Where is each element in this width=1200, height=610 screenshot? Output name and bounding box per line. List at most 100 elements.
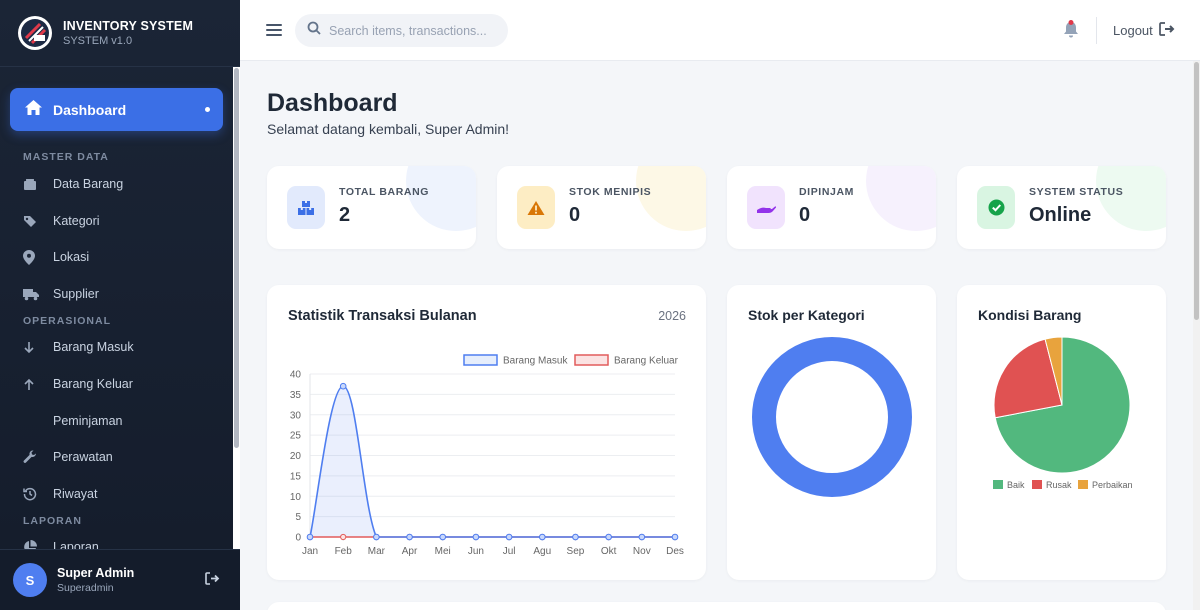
series-area-barang-masuk xyxy=(310,386,675,537)
stat-card-system-status[interactable]: SYSTEM STATUS Online xyxy=(957,166,1166,249)
y-tick-label: 40 xyxy=(290,370,302,381)
data-point-barang-masuk xyxy=(339,382,347,390)
sidebar-item-data-barang[interactable]: Data Barang xyxy=(23,173,123,195)
legend-label: Baik xyxy=(1007,480,1025,490)
sidebar-item-dashboard[interactable]: Dashboard xyxy=(10,88,223,131)
sidebar-item-barang-masuk[interactable]: Barang Masuk xyxy=(23,336,134,358)
stat-value: 0 xyxy=(569,204,581,226)
sidebar-item-peminjaman[interactable]: Peminjaman xyxy=(23,410,122,432)
sidebar-item-barang-keluar[interactable]: Barang Keluar xyxy=(23,373,133,395)
search-box[interactable] xyxy=(295,14,508,47)
legend-swatch xyxy=(993,480,1003,489)
search-input[interactable] xyxy=(329,23,499,38)
x-tick-label: Okt xyxy=(601,546,617,557)
donut-segment xyxy=(752,337,912,497)
monthly-chart-card: Statistik Transaksi Bulanan 2026 0 5 10 15 2… xyxy=(267,285,706,580)
user-name: Super Admin xyxy=(57,566,135,580)
data-point-barang-keluar xyxy=(340,533,347,541)
sidebar-item-label: Peminjaman xyxy=(53,414,123,428)
y-tick-label: 20 xyxy=(290,451,302,462)
wrench-icon xyxy=(23,450,43,464)
condition-pie-chart: Baik Rusak Perbaikan xyxy=(993,336,1133,490)
sidebar-item-kategori[interactable]: Kategori xyxy=(23,210,100,232)
stat-card-total-barang[interactable]: TOTAL BARANG 2 xyxy=(267,166,476,249)
sidebar-item-perawatan[interactable]: Perawatan xyxy=(23,446,113,468)
logout-button[interactable]: Logout xyxy=(1113,22,1175,39)
legend-swatch xyxy=(574,354,609,366)
y-tick-label: 5 xyxy=(295,512,301,523)
data-point-barang-masuk xyxy=(306,533,314,541)
truck-icon xyxy=(23,288,43,301)
sidebar-item-label: Data Barang xyxy=(53,177,124,191)
avatar[interactable]: S xyxy=(13,563,47,597)
menu-toggle-icon[interactable] xyxy=(266,23,282,42)
user-role: Superadmin xyxy=(57,582,114,594)
arrow-down-icon xyxy=(23,341,43,354)
sidebar-item-riwayat[interactable]: Riwayat xyxy=(23,483,97,505)
page-scrollbar-thumb[interactable] xyxy=(1194,62,1199,320)
sidebar-item-label: Perawatan xyxy=(53,450,113,464)
sidebar-logout-icon[interactable] xyxy=(205,572,220,590)
map-pin-icon xyxy=(23,249,43,265)
data-point-barang-masuk xyxy=(572,533,579,541)
brand[interactable]: INVENTORY SYSTEM SYSTEM v1.0 xyxy=(0,0,240,67)
stat-value: 0 xyxy=(799,204,811,226)
sidebar-item-label: Kategori xyxy=(53,214,100,228)
category-chart-card: Stok per Kategori xyxy=(727,285,936,580)
sidebar-scrollbar-thumb[interactable] xyxy=(234,68,239,448)
stat-decoration xyxy=(406,166,476,231)
x-tick-label: Mei xyxy=(435,546,451,557)
stat-label: STOK MENIPIS xyxy=(569,186,652,198)
legend-swatch xyxy=(1078,480,1088,489)
next-card xyxy=(267,602,1166,610)
y-tick-label: 30 xyxy=(290,410,302,421)
x-tick-label: Agu xyxy=(533,546,551,557)
y-tick-label: 35 xyxy=(290,390,302,401)
stat-label: TOTAL BARANG xyxy=(339,186,430,198)
x-tick-label: Des xyxy=(666,546,684,557)
y-tick-label: 10 xyxy=(290,492,302,503)
condition-chart-card: Kondisi Barang Baik Rusak Perbaikan xyxy=(957,285,1166,580)
sidebar-item-lokasi[interactable]: Lokasi xyxy=(23,246,89,268)
x-tick-label: Sep xyxy=(567,546,585,557)
boxes-icon xyxy=(287,186,325,229)
active-indicator xyxy=(205,107,210,112)
stat-value: Online xyxy=(1029,204,1092,226)
page-subtitle: Selamat datang kembali, Super Admin! xyxy=(267,121,510,137)
data-point-barang-masuk xyxy=(671,533,679,541)
x-tick-label: Nov xyxy=(633,546,651,557)
stat-decoration xyxy=(636,166,706,231)
sidebar-item-supplier[interactable]: Supplier xyxy=(23,283,99,305)
stat-card-stok-menipis[interactable]: STOK MENIPIS 0 xyxy=(497,166,706,249)
legend-label: Rusak xyxy=(1046,480,1072,490)
page-title: Dashboard xyxy=(267,89,398,117)
legend-label: Barang Masuk xyxy=(503,356,568,367)
legend-swatch xyxy=(463,354,498,366)
stat-label: DIPINJAM xyxy=(799,186,854,198)
sidebar: INVENTORY SYSTEM SYSTEM v1.0 Dashboard M… xyxy=(0,0,240,610)
stat-value: 2 xyxy=(339,204,351,226)
data-point-barang-masuk xyxy=(638,533,646,541)
sidebar-item-label: Supplier xyxy=(53,287,99,301)
stat-decoration xyxy=(1096,166,1166,231)
tags-icon xyxy=(23,215,43,228)
data-point-barang-masuk xyxy=(406,533,413,541)
y-tick-label: 15 xyxy=(290,471,302,482)
home-icon xyxy=(24,99,43,121)
check-circle-icon xyxy=(977,186,1015,229)
data-point-barang-masuk xyxy=(605,533,612,541)
y-tick-label: 25 xyxy=(290,431,302,442)
sidebar-section-laporan: LAPORAN xyxy=(23,515,82,527)
legend-label: Barang Keluar xyxy=(614,356,679,367)
sidebar-item-label: Dashboard xyxy=(53,101,127,118)
notification-bell-icon[interactable] xyxy=(1063,20,1079,44)
brand-title: INVENTORY SYSTEM xyxy=(63,19,194,33)
monthly-line-chart: 0 5 10 15 20 25 30 35 40 Jan Feb Mar Apr Mei Jun Jul Agu… xyxy=(290,354,684,557)
brand-subtitle: SYSTEM v1.0 xyxy=(63,35,133,47)
legend-label: Perbaikan xyxy=(1092,480,1133,490)
data-point-barang-masuk xyxy=(373,533,380,541)
x-tick-label: Mar xyxy=(368,546,386,557)
stat-card-dipinjam[interactable]: DIPINJAM 0 xyxy=(727,166,936,249)
stat-label: SYSTEM STATUS xyxy=(1029,186,1124,198)
brand-logo xyxy=(18,16,52,50)
